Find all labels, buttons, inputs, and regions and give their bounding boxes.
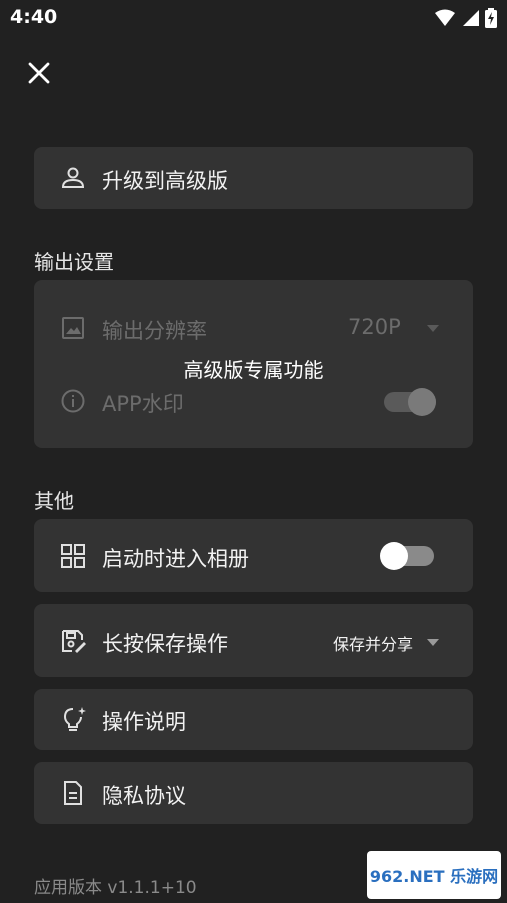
long-press-dropdown-icon [427, 639, 439, 646]
wifi-icon [435, 9, 455, 26]
resolution-value[interactable]: 720P [348, 315, 401, 339]
long-press-value[interactable]: 保存并分享 [333, 631, 413, 655]
watermark-toggle[interactable] [384, 388, 436, 416]
instructions-label: 操作说明 [102, 710, 186, 734]
battery-icon [485, 8, 497, 28]
upgrade-label: 升级到高级版 [102, 169, 228, 193]
instructions-row[interactable]: 操作说明 [34, 689, 473, 750]
status-icons [435, 8, 497, 28]
grid-icon [61, 544, 85, 568]
close-icon[interactable] [24, 58, 54, 88]
long-press-row[interactable]: 长按保存操作 保存并分享 [34, 604, 473, 677]
save-edit-icon [62, 630, 86, 653]
resolution-dropdown-icon [427, 325, 439, 332]
output-settings-card[interactable]: 输出分辨率 720P 高级版专属功能 APP水印 [34, 280, 473, 448]
privacy-row[interactable]: 隐私协议 [34, 762, 473, 824]
other-heading: 其他 [34, 489, 74, 513]
upgrade-button[interactable]: 升级到高级版 [34, 147, 473, 209]
status-bar: 4:40 [0, 0, 507, 36]
long-press-label: 长按保存操作 [102, 632, 228, 656]
open-album-label: 启动时进入相册 [102, 547, 249, 571]
person-icon [61, 167, 85, 188]
info-icon [61, 389, 85, 413]
watermark-label: APP水印 [102, 392, 184, 416]
output-settings-heading: 输出设置 [34, 250, 114, 274]
watermark-logo-text: 962.NET 乐游网 [369, 867, 499, 886]
open-album-toggle[interactable] [380, 542, 434, 570]
lightbulb-icon [63, 707, 86, 731]
status-time: 4:40 [10, 6, 58, 28]
watermark-toggle-knob [408, 388, 436, 416]
resolution-label: 输出分辨率 [102, 319, 207, 343]
image-icon [62, 317, 84, 339]
premium-only-label: 高级版专属功能 [183, 358, 324, 382]
app-version: 应用版本 v1.1.1+10 [34, 878, 197, 898]
open-album-row[interactable]: 启动时进入相册 [34, 519, 473, 592]
document-icon [64, 781, 82, 805]
signal-icon [463, 10, 479, 26]
privacy-label: 隐私协议 [102, 784, 186, 808]
open-album-toggle-knob [380, 542, 408, 570]
site-watermark-logo: 962.NET 乐游网 [367, 851, 501, 899]
